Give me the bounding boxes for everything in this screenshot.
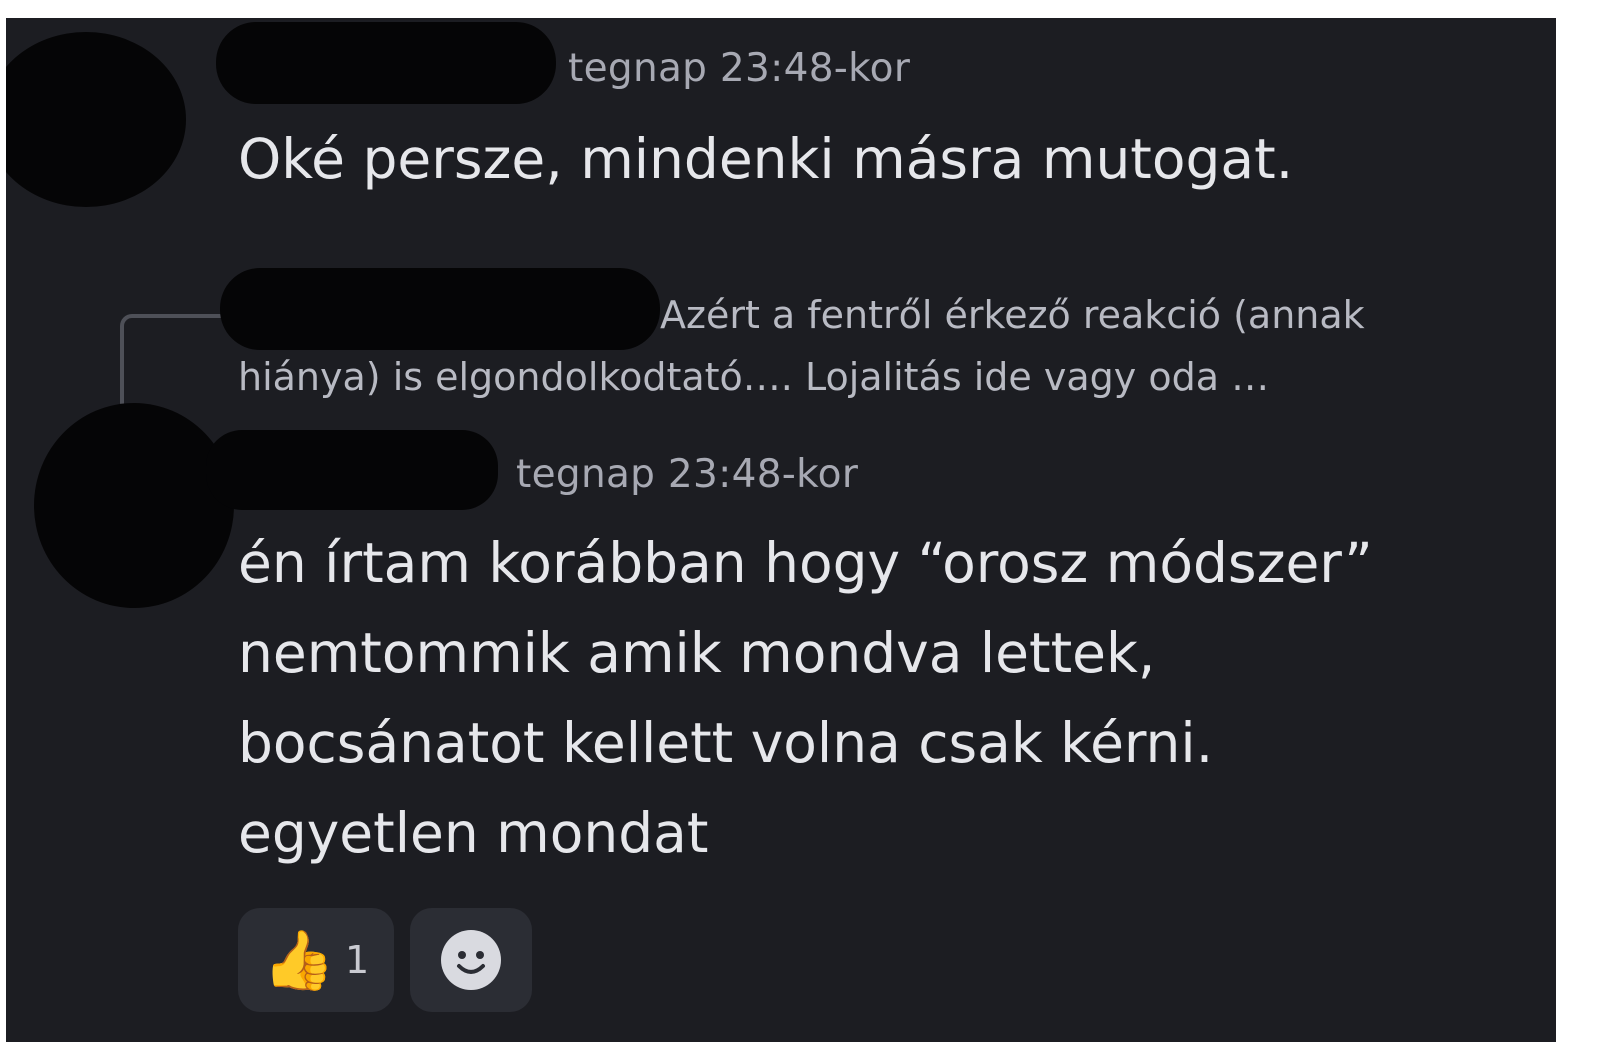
reply-preview-line-1[interactable]: Azért a fentről érkező reakció (annak — [660, 284, 1365, 346]
message-1-timestamp: tegnap 23:48-kor — [568, 46, 911, 91]
redacted-username[interactable] — [206, 430, 498, 510]
add-reaction-button[interactable] — [410, 908, 532, 1012]
smiley-face-icon — [441, 930, 501, 990]
redacted-reply-author[interactable] — [220, 268, 660, 350]
thumbs-up-icon: 👍 — [262, 926, 336, 994]
message-2-line-1: én írtam korábban hogy “orosz módszer” — [238, 531, 1373, 595]
redacted-username[interactable] — [216, 22, 556, 104]
chat-panel: tegnap 23:48-kor Oké persze, mindenki má… — [6, 18, 1556, 1042]
message-2-timestamp: tegnap 23:48-kor — [516, 452, 859, 497]
reply-preview-line-2[interactable]: hiánya) is elgondolkodtató…. Lojalitás i… — [238, 346, 1269, 408]
reaction-count: 1 — [345, 938, 370, 982]
message-1-text: Oké persze, mindenki másra mutogat. — [238, 127, 1294, 191]
message-2-line-4: egyetlen mondat — [238, 801, 709, 865]
message-2-line-2: nemtommik amik mondva lettek, — [238, 621, 1156, 685]
redacted-avatar[interactable] — [6, 32, 186, 207]
redacted-avatar[interactable] — [34, 403, 234, 608]
thumbs-up-reaction-button[interactable]: 👍 1 — [238, 908, 394, 1012]
message-2-line-3: bocsánatot kellett volna csak kérni. — [238, 711, 1214, 775]
